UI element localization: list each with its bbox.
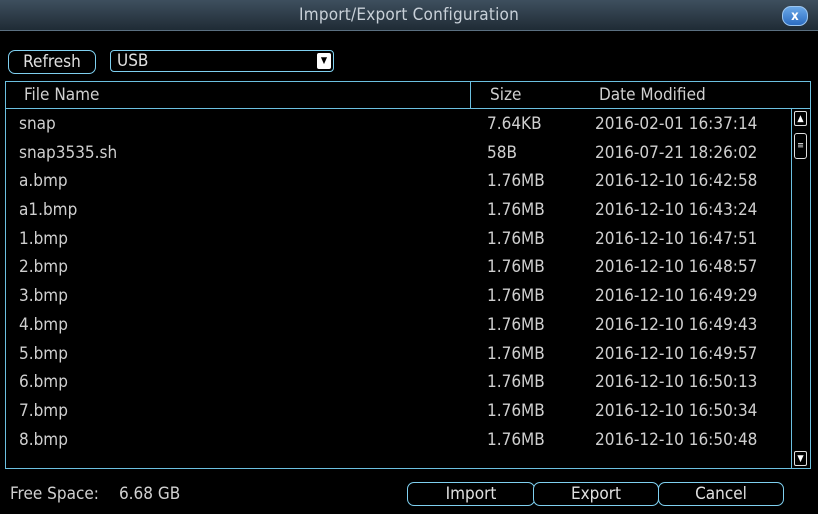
file-name: a1.bmp <box>19 200 78 221</box>
table-header: File Name Size Date Modified <box>6 82 810 109</box>
column-header-size[interactable]: Size <box>490 82 521 108</box>
file-size: 58B <box>487 142 517 163</box>
table-row[interactable]: 3.bmp 1.76MB 2016-12-10 16:49:29 <box>6 282 790 311</box>
export-button[interactable]: Export <box>533 482 659 506</box>
table-row[interactable]: a1.bmp 1.76MB 2016-12-10 16:43:24 <box>6 196 790 225</box>
free-space-label: Free Space: <box>10 484 99 504</box>
file-name: 3.bmp <box>19 286 68 307</box>
file-list: snap 7.64KB 2016-02-01 16:37:14 snap3535.s… <box>6 110 790 454</box>
free-space-value: 6.68 GB <box>118 484 181 504</box>
file-size: 1.76MB <box>487 400 545 421</box>
close-icon: x <box>791 8 799 24</box>
table-row[interactable]: 2.bmp 1.76MB 2016-12-10 16:48:57 <box>6 253 790 282</box>
arrow-down-icon[interactable]: ▼ <box>794 451 807 466</box>
table-row[interactable]: snap 7.64KB 2016-02-01 16:37:14 <box>6 110 790 139</box>
file-name: 5.bmp <box>19 343 68 364</box>
title-bar: Import/Export Configuration x <box>0 0 818 31</box>
arrow-up-icon[interactable]: ▲ <box>794 111 807 126</box>
table-row[interactable]: a.bmp 1.76MB 2016-12-10 16:42:58 <box>6 167 790 196</box>
file-date: 2016-12-10 16:48:57 <box>595 257 758 278</box>
table-row[interactable]: 8.bmp 1.76MB 2016-12-10 16:50:48 <box>6 426 790 455</box>
file-date: 2016-12-10 16:49:29 <box>595 286 758 307</box>
column-header-date-modified[interactable]: Date Modified <box>599 82 706 108</box>
file-name: 2.bmp <box>19 257 68 278</box>
file-date: 2016-12-10 16:50:48 <box>595 429 758 450</box>
file-size: 1.76MB <box>487 228 545 249</box>
window-title: Import/Export Configuration <box>299 5 519 25</box>
table-row[interactable]: 5.bmp 1.76MB 2016-12-10 16:49:57 <box>6 340 790 369</box>
file-date: 2016-12-10 16:49:43 <box>595 314 758 335</box>
file-table: File Name Size Date Modified snap 7.64KB 2… <box>5 81 811 469</box>
file-name: 1.bmp <box>19 228 68 249</box>
file-size: 1.76MB <box>487 429 545 450</box>
cancel-button[interactable]: Cancel <box>658 482 784 506</box>
close-button[interactable]: x <box>782 6 808 26</box>
scrollbar-thumb[interactable]: ≡ <box>794 133 807 159</box>
file-size: 1.76MB <box>487 372 545 393</box>
import-button[interactable]: Import <box>407 482 535 506</box>
column-header-file-name[interactable]: File Name <box>24 82 99 108</box>
table-row[interactable]: 1.bmp 1.76MB 2016-12-10 16:47:51 <box>6 225 790 254</box>
vertical-scrollbar[interactable]: ▲ ≡ ▼ <box>791 109 809 468</box>
file-date: 2016-12-10 16:43:24 <box>595 200 758 221</box>
file-size: 1.76MB <box>487 200 545 221</box>
file-name: 6.bmp <box>19 372 68 393</box>
file-name: a.bmp <box>19 171 68 192</box>
file-date: 2016-07-21 18:26:02 <box>595 142 758 163</box>
file-name: snap3535.sh <box>19 142 118 163</box>
file-size: 1.76MB <box>487 171 545 192</box>
file-size: 1.76MB <box>487 314 545 335</box>
file-date: 2016-12-10 16:47:51 <box>595 228 758 249</box>
chevron-down-icon[interactable]: ▼ <box>317 53 331 69</box>
file-date: 2016-12-10 16:42:58 <box>595 171 758 192</box>
file-date: 2016-12-10 16:49:57 <box>595 343 758 364</box>
file-name: snap <box>19 114 56 134</box>
file-name: 8.bmp <box>19 429 68 450</box>
free-space-status: Free Space: 6.68 GB <box>10 484 180 504</box>
refresh-button[interactable]: Refresh <box>8 50 96 74</box>
column-divider <box>470 82 471 108</box>
file-date: 2016-12-10 16:50:34 <box>595 400 758 421</box>
file-date: 2016-12-10 16:50:13 <box>595 372 758 393</box>
file-name: 4.bmp <box>19 314 68 335</box>
table-row[interactable]: snap3535.sh 58B 2016-07-21 18:26:02 <box>6 139 790 168</box>
file-size: 1.76MB <box>487 257 545 278</box>
device-select-value: USB <box>117 51 149 71</box>
device-select[interactable]: USB ▼ <box>110 50 334 72</box>
table-row[interactable]: 4.bmp 1.76MB 2016-12-10 16:49:43 <box>6 311 790 340</box>
table-row[interactable]: 6.bmp 1.76MB 2016-12-10 16:50:13 <box>6 368 790 397</box>
file-name: 7.bmp <box>19 400 68 421</box>
file-date: 2016-02-01 16:37:14 <box>595 114 758 134</box>
file-size: 1.76MB <box>487 343 545 364</box>
table-row[interactable]: 7.bmp 1.76MB 2016-12-10 16:50:34 <box>6 397 790 426</box>
file-size: 1.76MB <box>487 286 545 307</box>
file-size: 7.64KB <box>487 114 542 134</box>
